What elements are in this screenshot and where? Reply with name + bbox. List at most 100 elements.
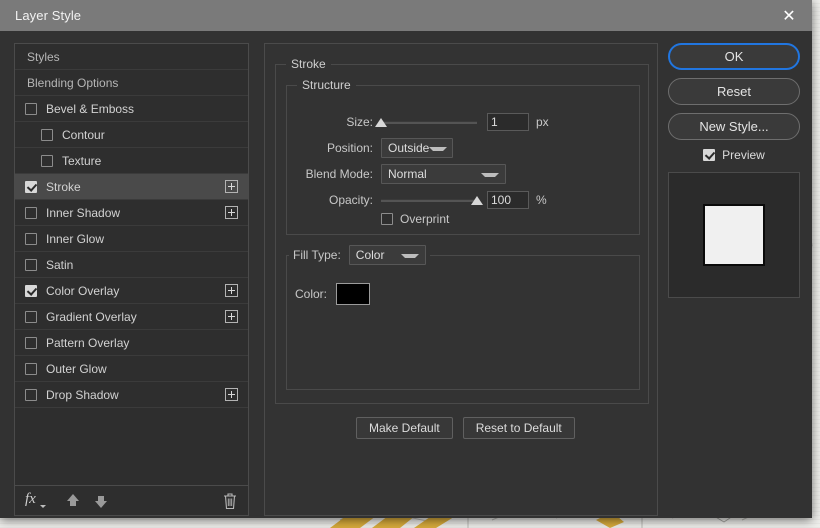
style-row-styles[interactable]: Styles	[15, 44, 248, 70]
overprint-row: Overprint	[381, 212, 449, 226]
size-row: Size: px	[295, 112, 549, 132]
style-checkbox[interactable]	[25, 388, 37, 401]
style-row-label: Inner Shadow	[46, 205, 121, 220]
chevron-down-icon	[400, 254, 419, 258]
opacity-input[interactable]	[487, 191, 529, 209]
style-row-drop-shadow[interactable]: Drop Shadow	[15, 382, 248, 408]
blend-mode-value: Normal	[388, 167, 427, 181]
dialog-titlebar: Layer Style ✕	[0, 0, 812, 31]
style-row-label: Blending Options	[27, 75, 119, 90]
style-row-gradient-overlay[interactable]: Gradient Overlay	[15, 304, 248, 330]
style-row-color-overlay[interactable]: Color Overlay	[15, 278, 248, 304]
fill-type-row: Fill Type: Color	[289, 245, 430, 265]
add-effect-icon[interactable]	[225, 310, 238, 323]
size-unit: px	[536, 115, 549, 129]
style-row-label: Stroke	[46, 179, 81, 194]
style-checkbox[interactable]	[25, 258, 37, 271]
style-row-inner-glow[interactable]: Inner Glow	[15, 226, 248, 252]
blend-mode-row: Blend Mode: Normal	[295, 164, 506, 184]
structure-group: Structure Size: px	[286, 78, 640, 235]
style-checkbox[interactable]	[25, 362, 37, 375]
opacity-label: Opacity:	[328, 193, 373, 207]
size-slider[interactable]	[375, 114, 477, 130]
add-effect-icon[interactable]	[225, 180, 238, 193]
size-slider-track	[381, 121, 477, 124]
layer-style-dialog: Layer Style ✕ Styles Blending Options Beve…	[0, 0, 812, 518]
color-swatch[interactable]	[336, 283, 371, 305]
style-row-stroke[interactable]: Stroke	[15, 174, 248, 200]
preview-row: Preview	[668, 148, 800, 162]
style-row-label: Drop Shadow	[46, 387, 119, 402]
desktop-background: Layer Style ✕ Styles Blending Options Beve…	[0, 0, 820, 528]
add-effect-icon[interactable]	[225, 284, 238, 297]
style-row-blending-options[interactable]: Blending Options	[15, 70, 248, 96]
new-style-button[interactable]: New Style...	[668, 113, 800, 140]
add-effect-icon[interactable]	[225, 206, 238, 219]
style-checkbox[interactable]	[25, 284, 37, 297]
stroke-group: Stroke Structure Size: px	[275, 57, 649, 439]
make-default-button[interactable]: Make Default	[356, 417, 453, 439]
style-row-contour[interactable]: Contour	[15, 122, 248, 148]
style-checkbox[interactable]	[25, 180, 37, 193]
style-row-inner-shadow[interactable]: Inner Shadow	[15, 200, 248, 226]
style-checkbox[interactable]	[25, 232, 37, 245]
overprint-checkbox[interactable]	[381, 213, 393, 225]
add-effect-icon[interactable]	[225, 388, 238, 401]
style-row-label: Satin	[46, 257, 74, 272]
blend-mode-select[interactable]: Normal	[381, 164, 506, 184]
chevron-down-icon	[481, 173, 499, 177]
size-label: Size:	[346, 115, 373, 129]
position-select[interactable]: Outside	[381, 138, 453, 158]
style-row-label: Inner Glow	[46, 231, 105, 246]
style-row-label: Gradient Overlay	[46, 309, 137, 324]
size-slider-thumb[interactable]	[375, 118, 387, 127]
style-row-label: Color Overlay	[46, 283, 120, 298]
action-panel: OK Reset New Style... Preview	[668, 43, 800, 298]
chevron-down-icon	[429, 147, 448, 151]
fx-caret-icon[interactable]	[39, 505, 46, 508]
style-row-satin[interactable]: Satin	[15, 252, 248, 278]
style-row-bevel-emboss[interactable]: Bevel & Emboss	[15, 96, 248, 122]
style-row-texture[interactable]: Texture	[15, 148, 248, 174]
trash-icon[interactable]	[222, 492, 238, 510]
fill-type-group: Fill Type: Color Color:	[286, 245, 640, 390]
options-panel: Stroke Structure Size: px	[264, 43, 658, 516]
stroke-group-title: Stroke	[286, 57, 331, 71]
opacity-unit: %	[536, 193, 547, 207]
opacity-slider-track	[381, 199, 477, 202]
preview-thumbnail-frame	[668, 172, 800, 298]
opacity-slider-thumb[interactable]	[471, 196, 483, 205]
style-row-label: Contour	[62, 127, 105, 142]
arrow-up-icon[interactable]	[64, 491, 82, 511]
style-checkbox[interactable]	[25, 206, 37, 219]
style-row-label: Styles	[27, 49, 60, 64]
styles-list[interactable]: Styles Blending Options Bevel & Emboss Cont…	[15, 44, 248, 485]
fx-menu-icon[interactable]: fx	[25, 491, 36, 508]
size-input[interactable]	[487, 113, 529, 131]
preview-checkbox[interactable]	[703, 149, 716, 161]
style-checkbox[interactable]	[41, 154, 53, 167]
style-row-outer-glow[interactable]: Outer Glow	[15, 356, 248, 382]
reset-to-default-button[interactable]: Reset to Default	[462, 417, 575, 439]
opacity-slider[interactable]	[381, 192, 483, 208]
style-checkbox[interactable]	[25, 102, 37, 115]
overprint-label: Overprint	[400, 212, 450, 226]
style-row-pattern-overlay[interactable]: Pattern Overlay	[15, 330, 248, 356]
style-checkbox[interactable]	[25, 310, 37, 323]
style-checkbox[interactable]	[25, 336, 37, 349]
arrow-down-icon[interactable]	[92, 491, 110, 511]
blend-mode-label: Blend Mode:	[305, 167, 373, 181]
position-label: Position:	[326, 141, 373, 155]
fill-type-select[interactable]: Color	[348, 245, 426, 265]
dialog-title: Layer Style	[15, 8, 82, 23]
style-row-label: Bevel & Emboss	[46, 101, 135, 116]
style-checkbox[interactable]	[41, 128, 53, 141]
preview-thumbnail-square	[703, 204, 765, 266]
reset-button[interactable]: Reset	[668, 78, 800, 105]
ok-button[interactable]: OK	[668, 43, 800, 70]
close-icon[interactable]: ✕	[766, 0, 812, 31]
structure-group-title: Structure	[297, 78, 356, 92]
fill-type-label: Fill Type:	[293, 248, 341, 262]
preview-label: Preview	[722, 148, 765, 162]
style-row-label: Pattern Overlay	[46, 335, 130, 350]
